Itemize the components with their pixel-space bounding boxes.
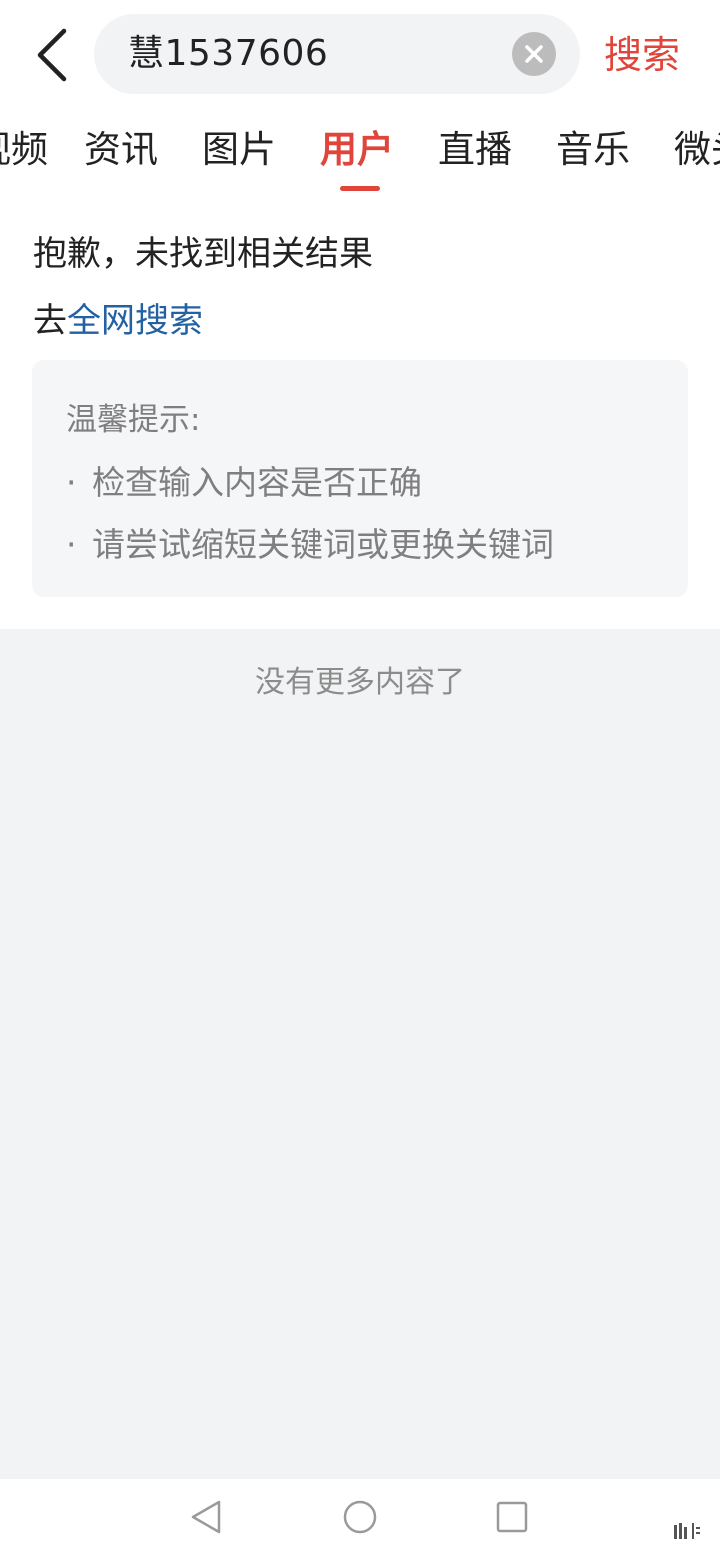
clear-circle-icon: [525, 45, 543, 63]
nav-recent-button[interactable]: [492, 1497, 532, 1537]
global-search-line: 去全网搜索: [33, 293, 203, 342]
tip-text: 请尝试缩短关键词或更换关键词: [92, 525, 554, 564]
tip-item: · 请尝试缩短关键词或更换关键词: [66, 518, 554, 566]
nav-home-button[interactable]: [340, 1497, 380, 1537]
triangle-back-icon: [191, 1500, 221, 1534]
bullet: ·: [66, 525, 77, 564]
tab-live[interactable]: 直播: [438, 120, 512, 180]
search-input-value: 慧1537606: [128, 33, 329, 74]
back-button[interactable]: [22, 20, 82, 90]
search-button[interactable]: 搜索: [604, 20, 680, 90]
tip-item: · 检查输入内容是否正确: [66, 456, 422, 504]
tab-video[interactable]: 视频: [0, 120, 48, 180]
no-result-message: 抱歉，未找到相关结果: [33, 234, 373, 274]
search-results-page: 慧1537606 搜索 视频 资讯 图片 用户 直播 音乐 微头条 抱歉，未找到…: [0, 0, 720, 1557]
global-search-link[interactable]: 全网搜索: [67, 301, 203, 341]
search-input[interactable]: 慧1537606: [94, 14, 580, 94]
tab-users[interactable]: 用户: [320, 120, 394, 180]
nav-back-button[interactable]: [186, 1497, 226, 1537]
tab-news[interactable]: 资讯: [84, 120, 158, 180]
tips-card: 温馨提示: · 检查输入内容是否正确 · 请尝试缩短关键词或更换关键词: [32, 360, 688, 597]
watermark-icon: [674, 1523, 700, 1539]
clear-search-button[interactable]: [512, 32, 556, 76]
chevron-left-icon: [37, 28, 67, 82]
results-empty-area: 没有更多内容了: [0, 629, 720, 1479]
tip-text: 检查输入内容是否正确: [92, 463, 422, 502]
search-header: 慧1537606 搜索: [0, 0, 720, 110]
active-tab-indicator: [340, 186, 380, 191]
circle-home-icon: [343, 1500, 377, 1534]
bullet: ·: [66, 463, 77, 502]
square-recent-icon: [496, 1501, 528, 1533]
category-tabs: 视频 资讯 图片 用户 直播 音乐 微头条: [0, 110, 720, 200]
tab-music[interactable]: 音乐: [556, 120, 630, 180]
global-search-prefix: 去: [33, 301, 67, 341]
tab-microposts[interactable]: 微头条: [674, 120, 720, 180]
system-navigation-bar: [0, 1479, 720, 1557]
no-more-content-text: 没有更多内容了: [255, 665, 465, 700]
tips-title: 温馨提示:: [66, 402, 201, 438]
tab-images[interactable]: 图片: [202, 120, 276, 180]
